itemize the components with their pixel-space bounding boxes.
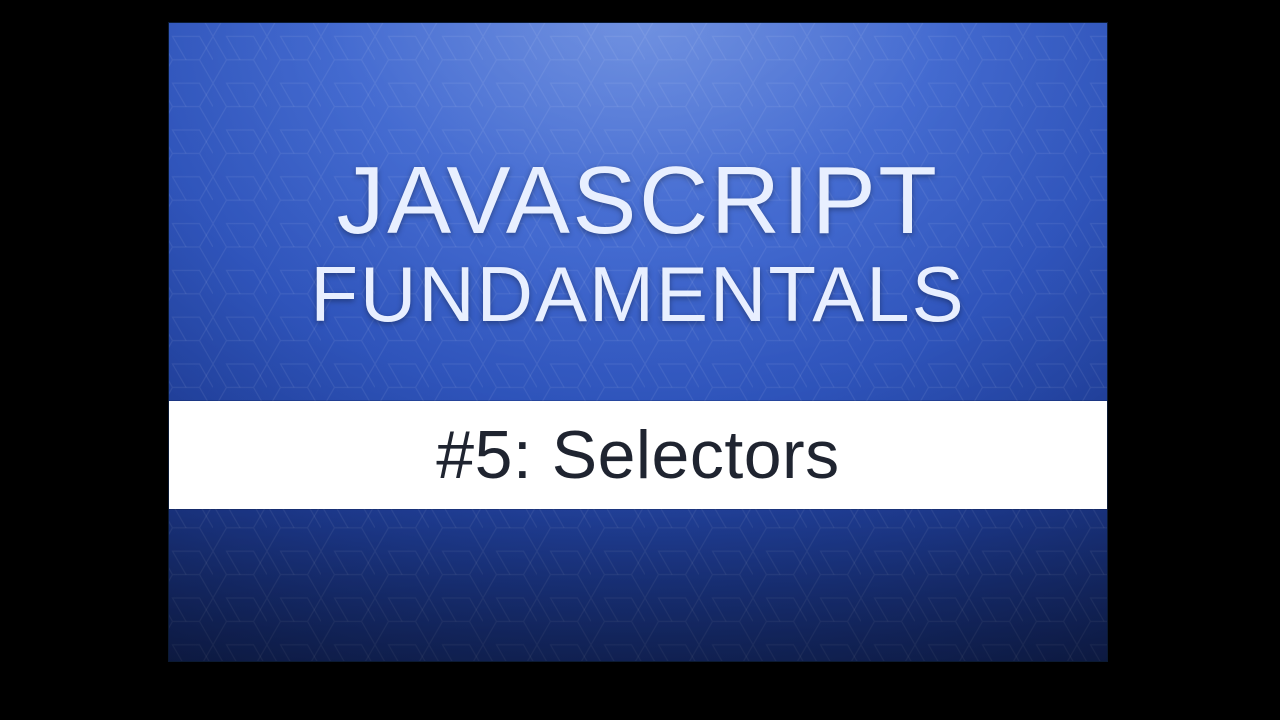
title-line-1: JAVASCRIPT <box>169 151 1107 252</box>
subtitle-text: #5: Selectors <box>436 416 839 494</box>
title-line-2: FUNDAMENTALS <box>169 252 1107 338</box>
title-block: JAVASCRIPT FUNDAMENTALS <box>169 151 1107 338</box>
title-card: JAVASCRIPT FUNDAMENTALS #5: Selectors <box>168 22 1108 662</box>
hex-pattern-overlay <box>169 23 1108 662</box>
stage: JAVASCRIPT FUNDAMENTALS #5: Selectors <box>0 0 1280 720</box>
subtitle-bar: #5: Selectors <box>169 401 1107 509</box>
